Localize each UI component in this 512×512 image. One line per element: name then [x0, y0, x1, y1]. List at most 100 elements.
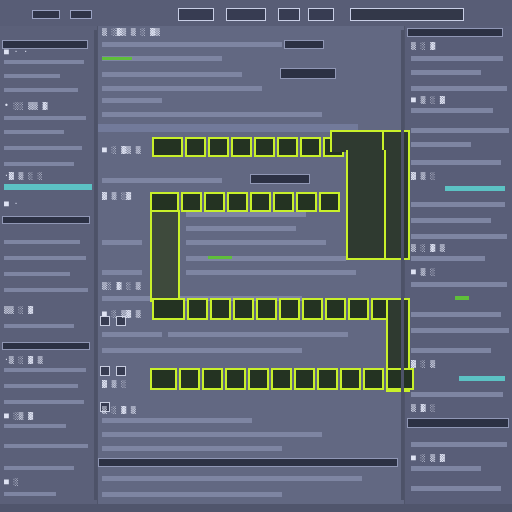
right-text-line: ▒ ░ ▓ ▒	[411, 244, 445, 252]
pipe-cell[interactable]	[363, 368, 384, 390]
pipe-cell[interactable]	[256, 298, 277, 320]
checkbox[interactable]	[100, 366, 110, 376]
left-text-line: ■ ░	[4, 478, 19, 486]
pipe-vertical	[382, 130, 410, 260]
pipe-cell[interactable]	[231, 137, 252, 157]
main-line	[102, 98, 162, 103]
left-text-line: ■ · ·	[4, 48, 29, 56]
left-panel-line	[4, 466, 74, 470]
main-line	[102, 332, 162, 337]
pipe-cell[interactable]	[317, 368, 338, 390]
pipe-cell[interactable]	[277, 137, 298, 157]
left-panel-line	[4, 60, 84, 64]
pipe-cell[interactable]	[254, 137, 275, 157]
left-text-line: ■ ░▒ ▓	[4, 412, 33, 420]
left-panel-highlight[interactable]	[4, 184, 92, 190]
pipe-cell[interactable]	[319, 192, 340, 212]
pipe-cell[interactable]	[202, 368, 223, 390]
main-field[interactable]	[250, 174, 310, 184]
main-line	[102, 42, 282, 47]
pipe-cell[interactable]	[179, 368, 200, 390]
main-highlight	[102, 57, 132, 60]
right-highlight[interactable]	[459, 376, 505, 381]
checkbox[interactable]	[116, 366, 126, 376]
main-line	[102, 270, 142, 275]
left-text-line: ■ ·	[4, 200, 19, 208]
tab-active[interactable]	[350, 8, 464, 21]
main-text-line: ▒ ░ ▓ ▒	[102, 406, 136, 414]
toolbar-button[interactable]	[32, 10, 60, 19]
pipe-cell[interactable]	[225, 368, 246, 390]
tab[interactable]	[278, 8, 300, 21]
pipe-cell[interactable]	[296, 192, 317, 212]
right-text-line: ■ ▒ ░ ▓	[411, 96, 445, 104]
pipe-cell[interactable]	[273, 192, 294, 212]
main-divider	[98, 458, 398, 467]
pipe-cell[interactable]	[181, 192, 202, 212]
pipe-cell[interactable]	[340, 368, 361, 390]
pipe-cell[interactable]	[204, 192, 225, 212]
pipe-row-2	[150, 192, 340, 212]
app-window: ■ · · • ░░ ▒▒ ▓ ·▓ ▒ ░ ░ ■ · ▒▒ ░ ▓ ·▒ ░…	[0, 0, 512, 512]
pipe-cell[interactable]	[210, 298, 231, 320]
main-line	[102, 72, 242, 77]
pipe-cell[interactable]	[248, 368, 269, 390]
right-panel-header	[407, 28, 503, 37]
main-field[interactable]	[280, 68, 336, 79]
pipe-cell[interactable]	[279, 298, 300, 320]
top-toolbar	[0, 0, 512, 27]
right-field[interactable]	[407, 418, 509, 428]
pipe-row-3	[152, 298, 401, 320]
left-text-line: ·▓ ▒ ░ ░	[4, 172, 43, 180]
right-line	[411, 234, 507, 239]
main-field[interactable]	[284, 40, 324, 49]
left-panel: ■ · · • ░░ ▒▒ ▓ ·▓ ▒ ░ ░ ■ · ▒▒ ░ ▓ ·▒ ░…	[0, 26, 98, 512]
pipe-cell[interactable]	[150, 368, 177, 390]
pipe-cell[interactable]	[208, 137, 229, 157]
pipe-cell[interactable]	[348, 298, 369, 320]
tab[interactable]	[178, 8, 214, 21]
main-text-line: ▒░ ▓ ░ ▒	[102, 282, 141, 290]
pipe-cell[interactable]	[300, 137, 321, 157]
left-panel-line	[4, 256, 86, 260]
pipe-cell[interactable]	[325, 298, 346, 320]
right-highlight[interactable]	[445, 186, 505, 191]
main-scrollbar[interactable]	[401, 30, 404, 500]
main-line	[102, 112, 322, 117]
pipe-cell[interactable]	[150, 192, 179, 212]
toolbar-button[interactable]	[70, 10, 92, 19]
tab[interactable]	[226, 8, 266, 21]
pipe-cell[interactable]	[294, 368, 315, 390]
pipe-cell[interactable]	[185, 137, 206, 157]
pipe-cell[interactable]	[227, 192, 248, 212]
main-line	[102, 492, 282, 497]
pipe-cell[interactable]	[250, 192, 271, 212]
right-line	[411, 218, 491, 223]
left-panel-line	[4, 162, 74, 166]
main-line	[102, 476, 362, 481]
pipe-cell[interactable]	[152, 137, 183, 157]
right-line	[411, 328, 509, 333]
left-scrollbar[interactable]	[94, 30, 97, 500]
main-line	[186, 270, 356, 275]
left-text-line: • ░░ ▒▒ ▓	[4, 102, 48, 110]
right-text-line: ▓ ░ ▒	[411, 360, 436, 368]
right-line	[411, 108, 493, 113]
pipe-cell[interactable]	[386, 368, 414, 390]
main-line	[168, 332, 348, 337]
pipe-cell[interactable]	[302, 298, 323, 320]
pipe-cell[interactable]	[152, 298, 185, 320]
right-panel: ▒ ░ ▓ ■ ▒ ░ ▓ ▓ ▒ ░ ▒ ░ ▓ ▒ ■ ▒ ░ ▓ ░ ▒ …	[404, 26, 512, 512]
right-line	[411, 486, 501, 491]
right-line	[411, 56, 503, 61]
pipe-cell[interactable]	[271, 368, 292, 390]
main-selected-row[interactable]	[98, 124, 358, 132]
main-line	[102, 348, 302, 353]
tab[interactable]	[308, 8, 334, 21]
right-text-line: ■ ░ ▒ ▓	[411, 454, 445, 462]
pipe-left-connector	[150, 210, 180, 302]
right-line	[411, 160, 501, 165]
left-panel-divider	[2, 216, 90, 224]
pipe-cell[interactable]	[233, 298, 254, 320]
pipe-cell[interactable]	[187, 298, 208, 320]
